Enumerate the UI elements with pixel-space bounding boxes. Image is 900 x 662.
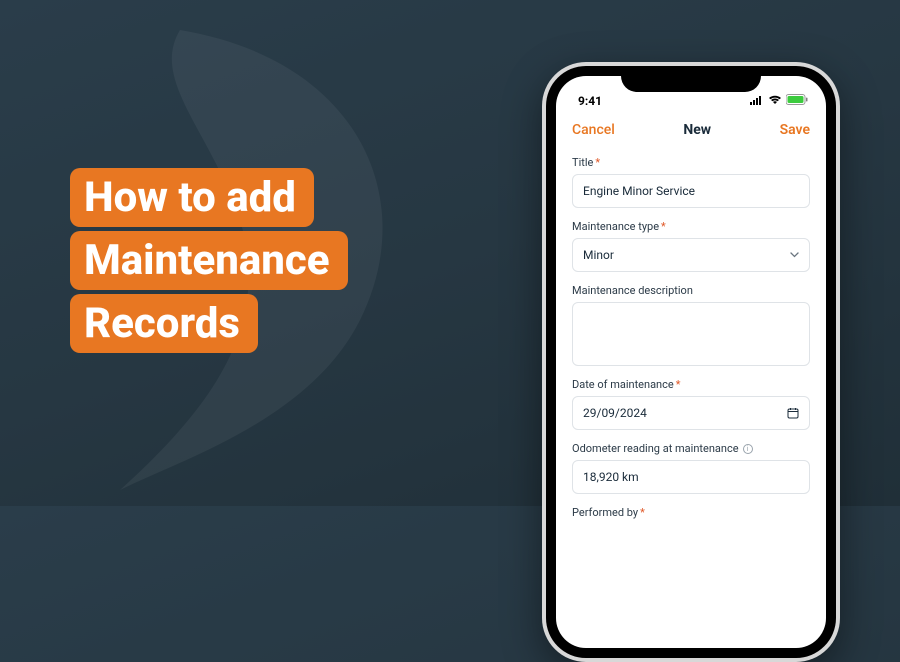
maintenance-description-input[interactable] — [572, 302, 810, 366]
headline-line-2: Maintenance — [70, 231, 348, 290]
nav-bar: Cancel New Save — [556, 110, 826, 150]
field-title: Title * Engine Minor Service — [572, 156, 810, 208]
title-label: Title — [572, 156, 593, 169]
title-input[interactable]: Engine Minor Service — [572, 174, 810, 208]
odometer-input[interactable]: 18,920 km — [572, 460, 810, 494]
phone-notch — [621, 66, 761, 92]
date-input[interactable]: 29/09/2024 — [572, 396, 810, 430]
title-value: Engine Minor Service — [583, 184, 695, 198]
field-performed-by: Performed by * — [572, 506, 810, 519]
cancel-button[interactable]: Cancel — [572, 122, 615, 138]
odometer-value: 18,920 km — [583, 470, 639, 484]
page-title: New — [683, 122, 711, 138]
date-value: 29/09/2024 — [583, 406, 647, 420]
performed-by-label: Performed by — [572, 506, 638, 519]
maintenance-type-select[interactable]: Minor — [572, 238, 810, 272]
required-marker: * — [640, 506, 645, 519]
required-marker: * — [595, 156, 600, 169]
field-maintenance-type: Maintenance type * Minor — [572, 220, 810, 272]
maintenance-type-value: Minor — [583, 248, 614, 262]
headline: How to add Maintenance Records — [70, 168, 348, 357]
battery-icon — [786, 94, 808, 108]
field-odometer: Odometer reading at maintenance i 18,920… — [572, 442, 810, 494]
calendar-icon — [787, 407, 799, 419]
signal-icon — [750, 94, 764, 108]
wifi-icon — [768, 94, 782, 108]
required-marker: * — [676, 378, 681, 391]
maintenance-form: Title * Engine Minor Service Maintenance… — [556, 150, 826, 648]
maintenance-description-label: Maintenance description — [572, 284, 693, 297]
headline-line-1: How to add — [70, 168, 314, 227]
field-date-of-maintenance: Date of maintenance * 29/09/2024 — [572, 378, 810, 430]
maintenance-type-label: Maintenance type — [572, 220, 659, 233]
info-icon: i — [743, 444, 753, 454]
date-label: Date of maintenance — [572, 378, 674, 391]
status-time: 9:41 — [578, 94, 602, 108]
odometer-label: Odometer reading at maintenance — [572, 442, 739, 455]
required-marker: * — [661, 220, 666, 233]
phone-screen: 9:41 Cancel — [556, 76, 826, 648]
phone-mockup: 9:41 Cancel — [542, 62, 840, 662]
chevron-down-icon — [790, 250, 799, 261]
field-maintenance-description: Maintenance description — [572, 284, 810, 366]
headline-line-3: Records — [70, 294, 258, 353]
save-button[interactable]: Save — [780, 122, 810, 138]
